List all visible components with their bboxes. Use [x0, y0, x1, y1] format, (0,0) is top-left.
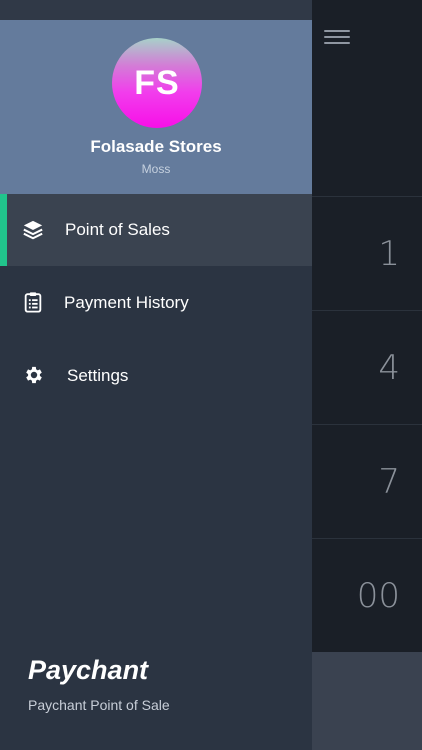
profile-name: Folasade Stores	[90, 137, 222, 156]
nav-label-point-of-sales: Point of Sales	[65, 220, 170, 239]
key-1[interactable]: 1	[312, 196, 422, 310]
key-00[interactable]: 00	[312, 538, 422, 652]
status-bar	[0, 0, 312, 20]
profile-header: FS Folasade Stores Moss	[0, 20, 312, 194]
nav-label-payment-history: Payment History	[64, 293, 189, 312]
app-root: 1 4 7 00 FS Folasade Stores Moss Point o…	[0, 0, 422, 750]
key-7[interactable]: 7	[312, 424, 422, 538]
brand-logo-text: Paychant	[28, 655, 149, 685]
gear-icon	[26, 366, 42, 384]
profile-subtitle: Moss	[141, 162, 171, 176]
clipboard-icon	[24, 292, 42, 313]
keypad-footer	[312, 652, 422, 750]
nav-label-settings: Settings	[67, 366, 129, 385]
active-indicator	[0, 194, 7, 266]
menu-icon[interactable]	[324, 30, 350, 50]
nav-item-point-of-sales[interactable]: Point of Sales	[0, 194, 312, 266]
layers-icon	[23, 220, 43, 240]
avatar: FS	[112, 38, 202, 128]
nav-item-settings[interactable]: Settings	[0, 340, 312, 412]
nav-drawer: FS Folasade Stores Moss Point of Sales P…	[0, 0, 312, 750]
nav-item-payment-history[interactable]: Payment History	[0, 267, 312, 339]
keypad-pane: 1 4 7 00	[312, 0, 422, 750]
brand-tagline: Paychant Point of Sale	[28, 697, 170, 713]
key-4[interactable]: 4	[312, 310, 422, 424]
